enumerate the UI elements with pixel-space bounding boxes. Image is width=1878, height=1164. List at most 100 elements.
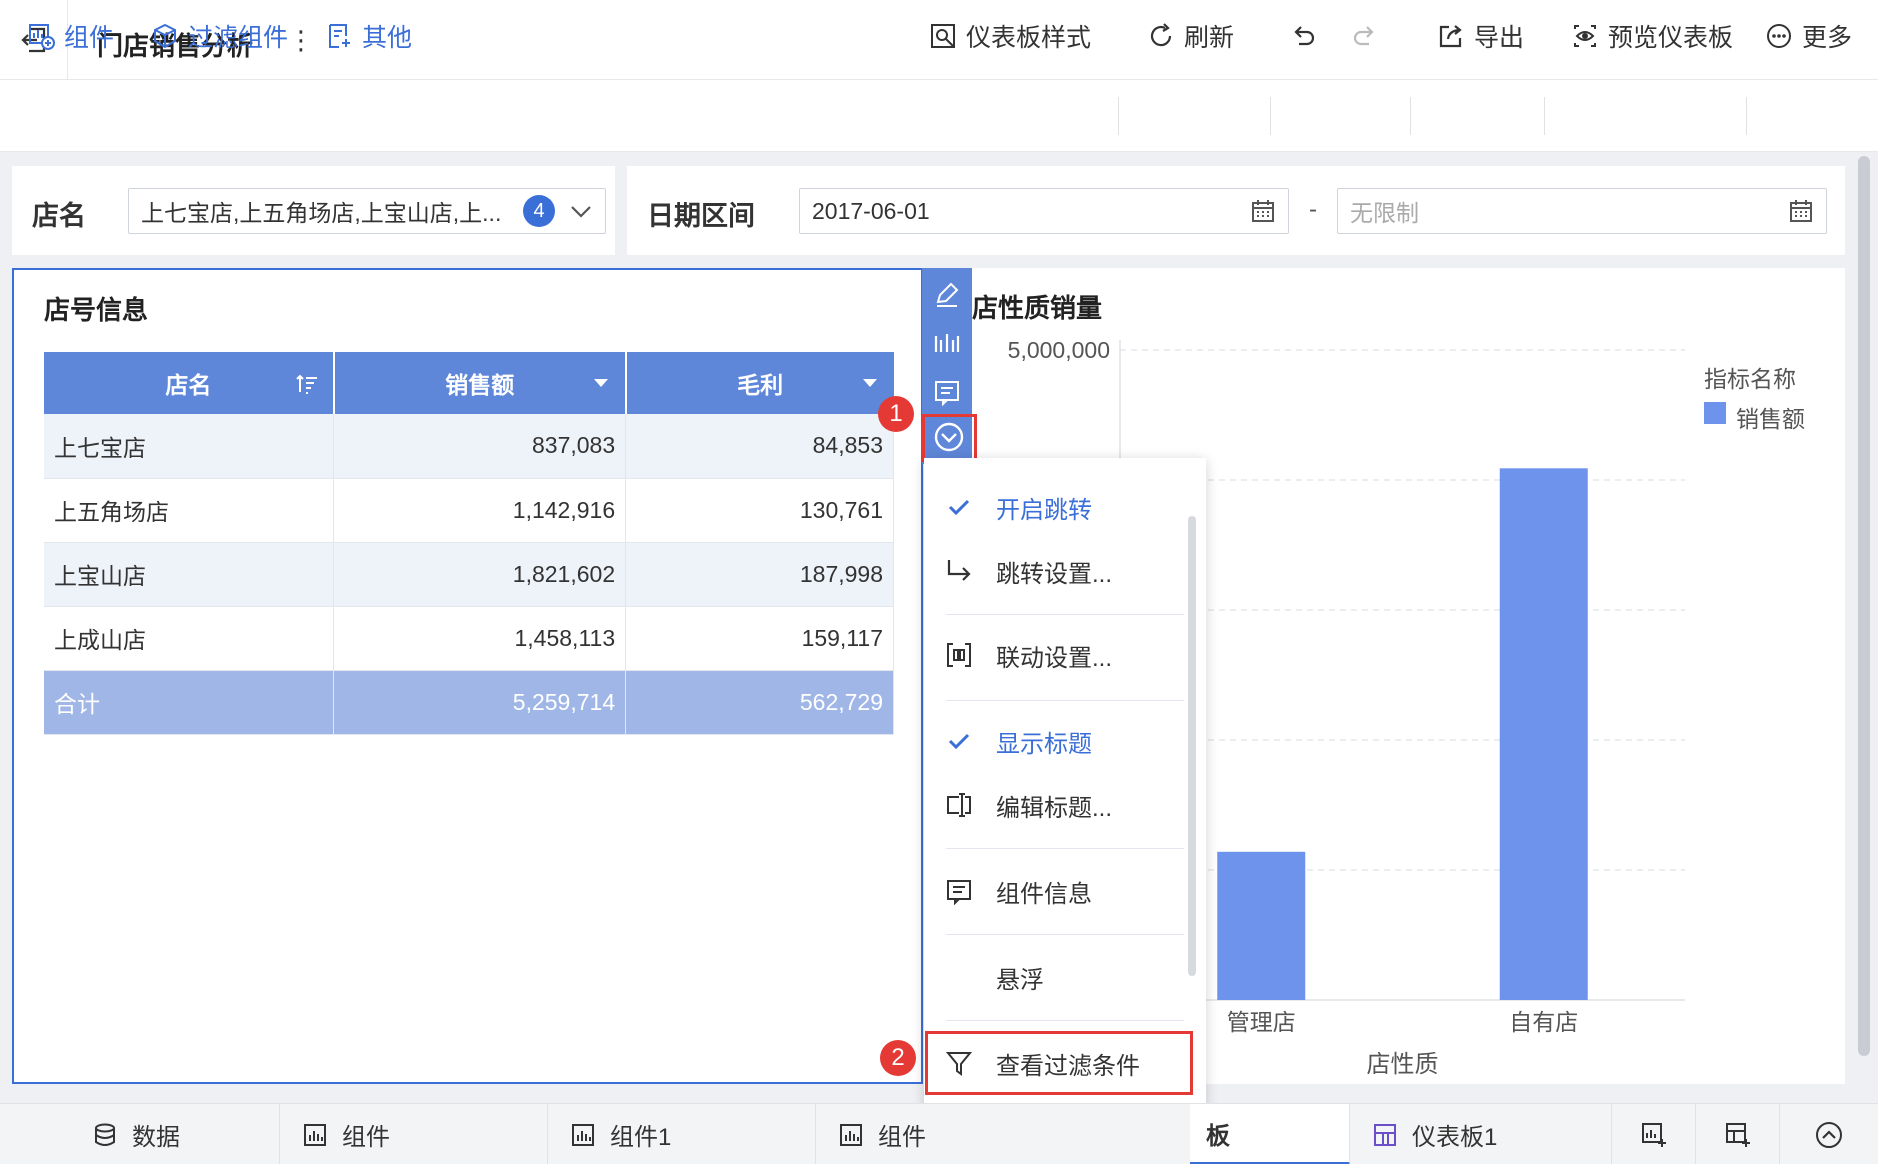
page-scrollbar[interactable] [1858, 156, 1870, 1056]
other-icon [324, 21, 354, 51]
dashboard-style-icon [928, 21, 958, 51]
refresh-label: 刷新 [1184, 24, 1235, 52]
store-filter-label: 店名 [32, 201, 86, 231]
menu-item-jump-settings[interactable]: 跳转设置... [924, 546, 1194, 596]
preview-dashboard-button[interactable]: 预览仪表板 [1570, 18, 1733, 54]
table-cell: 1,142,916 [333, 478, 627, 543]
add-widget-tab-button[interactable] [1612, 1104, 1696, 1164]
table-widget-title: 店号信息 [44, 295, 149, 325]
column-header-store[interactable]: 店名 [44, 352, 335, 414]
table-row[interactable]: 上七宝店 837,083 84,853 [44, 414, 894, 479]
jump-arrow-icon [944, 556, 974, 586]
table-widget[interactable]: 店号信息 店名 销售额 毛利 上七宝店 837,083 84,853 上五角场店… [12, 268, 923, 1084]
menu-item-link-settings[interactable]: 联动设置... [924, 630, 1194, 680]
link-settings-icon [944, 640, 974, 670]
annotation-badge-1: 1 [878, 396, 914, 432]
annotation-badge-2: 2 [880, 1040, 916, 1076]
start-date-value: 2017-06-01 [812, 197, 930, 224]
export-label: 导出 [1474, 24, 1525, 52]
chart-tab-icon [840, 1123, 862, 1146]
chart-tab-icon [572, 1123, 594, 1146]
table-row[interactable]: 上成山店 1,458,113 159,117 [44, 606, 894, 671]
y-tick-label: 5,000,000 [1008, 337, 1110, 363]
menu-divider [946, 848, 1184, 849]
end-date-input[interactable]: 无限制 [1337, 188, 1827, 234]
add-dashboard-tab-button[interactable] [1696, 1104, 1780, 1164]
check-icon [944, 492, 974, 522]
bar-自有店 [1499, 468, 1588, 1000]
tab-widget[interactable]: 组件 [280, 1104, 548, 1164]
filter-widget-icon [150, 21, 180, 51]
menu-item-edit-title[interactable]: 编辑标题... [924, 780, 1194, 830]
calendar-icon [1790, 200, 1812, 222]
more-icon [1764, 21, 1794, 51]
column-header-profit[interactable]: 毛利 [625, 352, 894, 414]
preview-dashboard-label: 预览仪表板 [1608, 24, 1734, 52]
refresh-button[interactable]: 刷新 [1146, 18, 1234, 54]
export-icon [1436, 21, 1466, 51]
legend-swatch [1704, 402, 1726, 424]
dashboard-style-button[interactable]: 仪表板样式 [928, 18, 1091, 54]
add-widget-label: 组件 [64, 24, 115, 52]
sort-icon[interactable] [295, 372, 319, 396]
export-button[interactable]: 导出 [1436, 18, 1524, 54]
date-filter-panel: 日期区间 2017-06-01 - 无限制 [627, 166, 1845, 255]
chart-switch-icon[interactable] [933, 330, 961, 358]
tab-dashboard-active[interactable]: 板 [1190, 1104, 1350, 1164]
menu-item-enable-jump[interactable]: 开启跳转 [924, 482, 1194, 532]
add-widget-tab-icon [1642, 1122, 1666, 1147]
table-total-row: 合计 5,259,714 562,729 [44, 670, 894, 735]
calendar-icon [1252, 200, 1274, 222]
dropdown-triangle-icon[interactable] [591, 372, 611, 392]
store-select-value: 上七宝店,上五角场店,上宝山店,上... [141, 200, 502, 226]
menu-item-float[interactable]: 悬浮 [924, 952, 1194, 1002]
menu-item-widget-info[interactable]: 组件信息 [924, 866, 1194, 916]
table-row[interactable]: 上宝山店 1,821,602 187,998 [44, 542, 894, 607]
menu-item-show-title[interactable]: 显示标题 [924, 716, 1194, 766]
tab-data[interactable]: 数据 [70, 1104, 280, 1164]
total-cell: 5,259,714 [333, 670, 627, 735]
toolbar-divider [1544, 97, 1545, 135]
tab-dashboard-1[interactable]: 仪表板1 [1350, 1104, 1612, 1164]
filter-widget-label: 过滤组件 [188, 24, 289, 52]
table-cell: 上宝山店 [44, 542, 335, 607]
edit-icon[interactable] [933, 280, 961, 308]
store-select[interactable]: 上七宝店,上五角场店,上宝山店,上... 4 [128, 188, 606, 234]
end-date-placeholder: 无限制 [1350, 200, 1419, 226]
filter-widget-button[interactable]: 过滤组件 [150, 18, 288, 54]
redo-button[interactable] [1350, 18, 1380, 54]
widget-info-icon [944, 876, 974, 906]
chevron-up-icon [1816, 1121, 1842, 1148]
start-date-input[interactable]: 2017-06-01 [799, 188, 1289, 234]
table-cell: 1,821,602 [333, 542, 627, 607]
preview-icon [1570, 21, 1600, 51]
add-widget-button[interactable]: 组件 [26, 18, 114, 54]
tab-widget-1[interactable]: 组件1 [548, 1104, 816, 1164]
table-cell: 837,083 [333, 414, 627, 479]
menu-scrollbar[interactable] [1188, 516, 1196, 976]
selected-count-badge: 4 [523, 195, 555, 227]
legend-item[interactable]: 销售额 [1736, 400, 1805, 434]
table-cell: 1,458,113 [333, 606, 627, 671]
store-info-table: 店名 销售额 毛利 上七宝店 837,083 84,853 上五角场店 1,14… [44, 352, 894, 735]
tab-widget-2[interactable]: 组件 [816, 1104, 926, 1164]
more-options-chevron-icon[interactable] [933, 421, 965, 453]
other-button[interactable]: 其他 [324, 18, 412, 54]
dropdown-triangle-icon[interactable] [860, 372, 880, 392]
table-cell: 187,998 [625, 542, 894, 607]
total-cell: 合计 [44, 670, 335, 735]
edit-title-icon [944, 790, 974, 820]
legend-title: 指标名称 [1704, 366, 1796, 392]
x-axis-title: 店性质 [1367, 1051, 1439, 1078]
undo-button[interactable] [1288, 18, 1318, 54]
table-cell: 上成山店 [44, 606, 335, 671]
more-button[interactable]: 更多 [1764, 18, 1852, 54]
more-label: 更多 [1802, 24, 1853, 52]
title-more-icon[interactable]: ⋮ [288, 24, 314, 56]
column-header-sales[interactable]: 销售额 [333, 352, 627, 414]
chevron-down-icon [571, 206, 591, 218]
table-row[interactable]: 上五角场店 1,142,916 130,761 [44, 478, 894, 543]
collapse-tabs-button[interactable] [1780, 1104, 1878, 1164]
comment-icon[interactable] [933, 378, 961, 406]
add-dashboard-icon [1726, 1122, 1750, 1147]
